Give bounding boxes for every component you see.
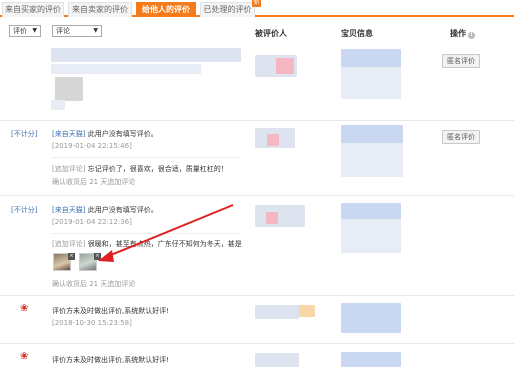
blurred-item-info xyxy=(341,303,401,333)
row-divider xyxy=(0,343,514,344)
comment-text: 评价方未及时做出评价,系统默认好评! xyxy=(52,307,170,315)
row-divider xyxy=(0,295,514,296)
review-date: [2018-10-30 15:23:58] xyxy=(52,319,132,327)
blurred-badge xyxy=(299,305,315,317)
blurred-user xyxy=(255,305,299,319)
flower-icon: ❀ xyxy=(20,351,29,362)
blurred-item-info xyxy=(341,352,401,367)
comment-text: 评价方未及时做出评价,系统默认好评! xyxy=(52,356,170,364)
blurred-user xyxy=(255,353,299,367)
flower-icon: ❀ xyxy=(20,303,29,314)
